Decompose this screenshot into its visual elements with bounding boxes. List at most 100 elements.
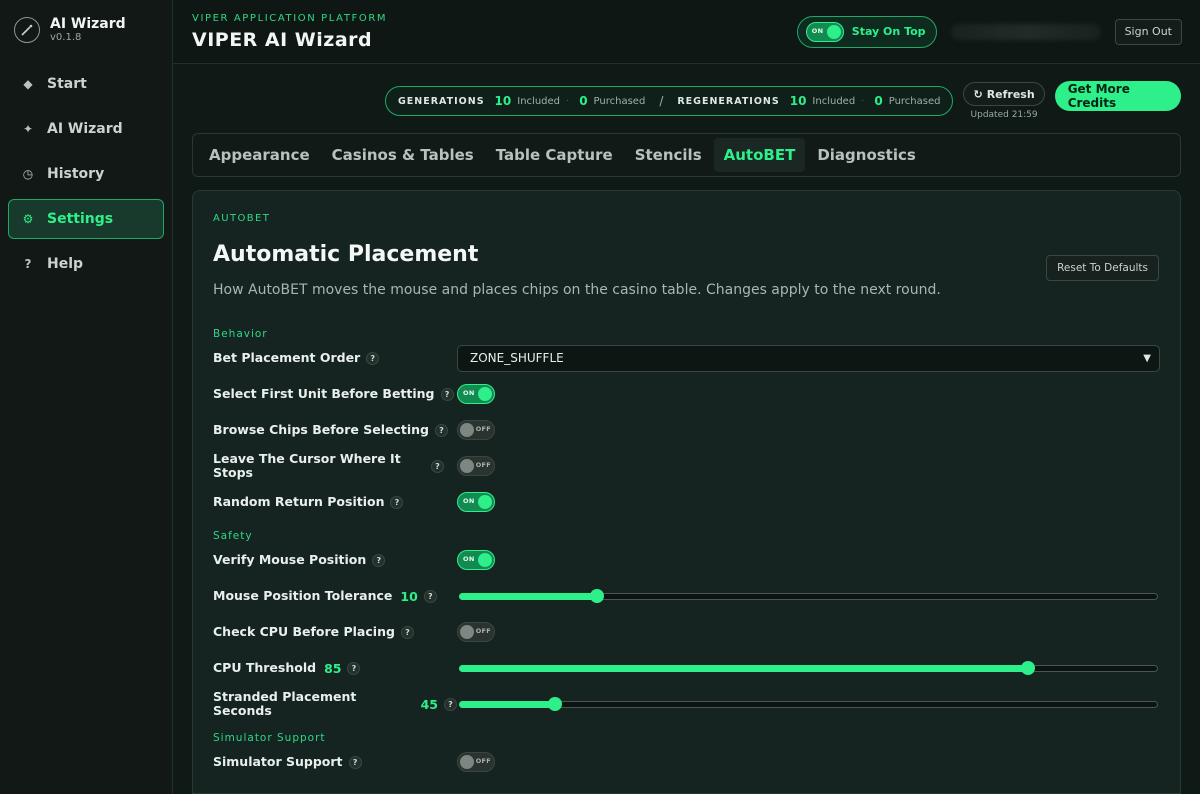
setting-label: Bet Placement Order ? (213, 351, 457, 365)
random-return-toggle[interactable]: ON (457, 492, 495, 513)
section-simulator: Simulator Support (213, 732, 326, 745)
sidebar-item-label: History (47, 166, 105, 182)
credits-row: GENERATIONS 10 Included · 0 Purchased / … (173, 64, 1200, 122)
stranded-seconds-slider[interactable] (457, 694, 1158, 714)
setting-label: Stranded Placement Seconds 45 ? (213, 690, 457, 718)
sparkle-icon: ✦ (22, 122, 34, 136)
setting-label-text: Stranded Placement Seconds (213, 689, 357, 719)
tab-diagnostics[interactable]: Diagnostics (807, 138, 926, 172)
help-icon[interactable]: ? (444, 697, 457, 711)
stay-on-top-switch[interactable]: ON (805, 21, 844, 42)
setting-label: Select First Unit Before Betting ? (213, 387, 457, 401)
slider-thumb[interactable] (1021, 661, 1036, 676)
main-area: VIPER APPLICATION PLATFORM VIPER AI Wiza… (173, 0, 1200, 794)
app-root: AI Wizard v0.1.8 ◆ Start ✦ AI Wizard ◷ H… (0, 0, 1200, 794)
cpu-threshold-slider[interactable] (457, 658, 1158, 678)
panel-description: How AutoBET moves the mouse and places c… (213, 282, 941, 299)
settings-tabs: Appearance Casinos & Tables Table Captur… (192, 132, 1181, 178)
tab-autobet[interactable]: AutoBET (713, 138, 806, 173)
help-icon[interactable]: ? (347, 661, 361, 675)
leave-cursor-toggle[interactable]: OFF (457, 456, 495, 477)
clock-icon: ◷ (22, 167, 34, 181)
sign-out-button[interactable]: Sign Out (1114, 18, 1182, 45)
slider-thumb[interactable] (590, 589, 605, 604)
help-icon[interactable]: ? (434, 423, 448, 437)
get-more-credits-button[interactable]: Get More Credits (1054, 81, 1181, 112)
verify-mouse-toggle[interactable]: ON (457, 550, 495, 571)
toggle-knob (460, 625, 474, 640)
setting-check-cpu: Check CPU Before Placing ? OFF (213, 614, 1160, 650)
account-email-redacted (950, 23, 1101, 40)
platform-label: VIPER APPLICATION PLATFORM (192, 13, 388, 25)
brand-title: AI Wizard (50, 16, 126, 32)
toggle-state: ON (463, 555, 475, 564)
setting-label: Simulator Support ? (213, 755, 457, 769)
toggle-knob (478, 495, 492, 510)
regenerations-purchased: 0 (874, 94, 883, 109)
setting-stranded-seconds: Stranded Placement Seconds 45 ? (213, 686, 1160, 722)
refresh-group: ↻ Refresh Updated 21:59 (963, 82, 1045, 120)
help-icon[interactable]: ? (400, 625, 414, 639)
reset-defaults-button[interactable]: Reset To Defaults (1046, 255, 1159, 282)
purchased-label: Purchased (593, 95, 646, 107)
check-cpu-toggle[interactable]: OFF (457, 622, 495, 643)
purchased-label: Purchased (888, 95, 941, 107)
generations-purchased: 0 (579, 94, 588, 109)
section-behavior: Behavior (213, 328, 268, 341)
section-safety: Safety (213, 530, 253, 543)
dot-separator: · (861, 95, 865, 107)
setting-bet-order: Bet Placement Order ? ZONE_SHUFFLE ▼ (213, 340, 1160, 376)
setting-mouse-tolerance: Mouse Position Tolerance 10 ? (213, 578, 1160, 614)
setting-label-text: Mouse Position Tolerance (213, 588, 393, 604)
tab-table-capture[interactable]: Table Capture (486, 138, 623, 172)
tab-casinos-tables[interactable]: Casinos & Tables (322, 138, 484, 172)
help-icon[interactable]: ? (366, 351, 380, 365)
brand-version: v0.1.8 (50, 32, 82, 43)
setting-cpu-threshold: CPU Threshold 85 ? (213, 650, 1160, 686)
help-icon[interactable]: ? (440, 387, 454, 401)
wand-icon (14, 17, 40, 43)
bet-order-select[interactable]: ZONE_SHUFFLE ▼ (457, 344, 1160, 372)
sidebar-item-help[interactable]: ? Help (8, 244, 164, 284)
setting-label: CPU Threshold 85 ? (213, 661, 457, 676)
help-icon[interactable]: ? (390, 495, 404, 509)
toggle-state: ON (463, 497, 475, 506)
setting-label-text: Browse Chips Before Selecting (213, 422, 429, 438)
setting-label-text: Random Return Position (213, 494, 385, 510)
tab-stencils[interactable]: Stencils (625, 138, 712, 172)
help-icon[interactable]: ? (423, 589, 437, 603)
sidebar-item-history[interactable]: ◷ History (8, 154, 164, 194)
credits-separator: / (659, 94, 664, 109)
sidebar-item-ai-wizard[interactable]: ✦ AI Wizard (8, 109, 164, 149)
stay-on-top-toggle[interactable]: ON Stay On Top (796, 15, 937, 48)
regenerations-included: 10 (789, 94, 807, 109)
help-icon[interactable]: ? (431, 459, 444, 473)
sidebar-item-settings[interactable]: ⚙ Settings (8, 199, 164, 239)
panel-kicker: AUTOBET (213, 213, 271, 225)
panel-title: Automatic Placement (213, 242, 479, 268)
stay-on-top-label: Stay On Top (851, 25, 926, 39)
simulator-support-toggle[interactable]: OFF (457, 752, 495, 773)
credits-pill: GENERATIONS 10 Included · 0 Purchased / … (385, 86, 954, 117)
included-label: Included (517, 95, 560, 107)
help-icon[interactable]: ? (372, 553, 386, 567)
toggle-state: OFF (475, 757, 491, 766)
brand: AI Wizard v0.1.8 (8, 16, 164, 56)
refresh-button[interactable]: ↻ Refresh (963, 82, 1045, 107)
tab-appearance[interactable]: Appearance (199, 138, 320, 172)
gear-icon: ⚙ (22, 212, 34, 226)
top-bar: VIPER APPLICATION PLATFORM VIPER AI Wiza… (173, 0, 1200, 65)
mouse-tolerance-slider[interactable] (457, 586, 1158, 606)
help-icon[interactable]: ? (348, 755, 362, 769)
setting-label: Random Return Position ? (213, 495, 457, 509)
sidebar-item-start[interactable]: ◆ Start (8, 64, 164, 104)
refresh-label: Refresh (986, 87, 1035, 101)
setting-label-text: Bet Placement Order (213, 350, 361, 366)
browse-chips-toggle[interactable]: OFF (457, 420, 495, 441)
setting-label-text: Select First Unit Before Betting (213, 386, 435, 402)
slider-thumb[interactable] (548, 697, 563, 712)
select-first-unit-toggle[interactable]: ON (457, 384, 495, 405)
setting-label-text: Leave The Cursor Where It Stops (213, 451, 401, 481)
generations-label: GENERATIONS (398, 95, 485, 107)
toggle-knob (460, 755, 474, 770)
